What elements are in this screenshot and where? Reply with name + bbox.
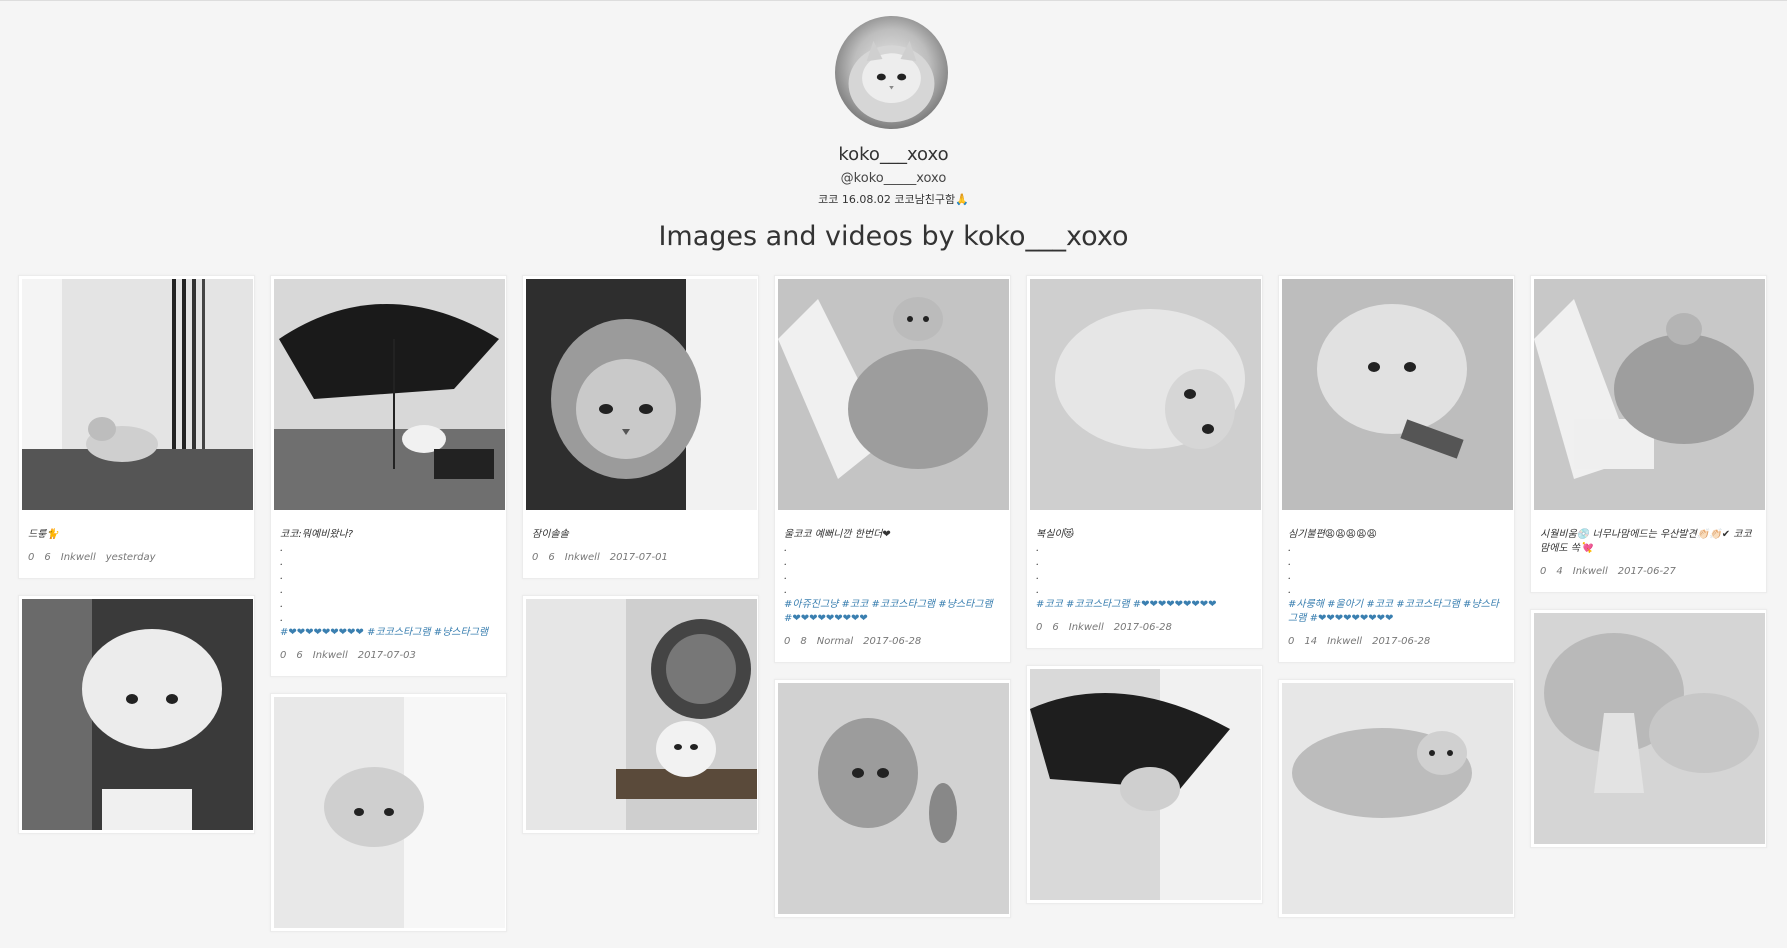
gallery-column-3: 잠이솔솔 0 6 Inkwell 2017-07-01	[522, 275, 759, 850]
post-caption: 드릏🐈	[28, 529, 59, 540]
post-meta: 0 6 Inkwell 2017-07-03	[274, 640, 503, 673]
post-card[interactable]	[774, 679, 1011, 918]
post-date: 2017-07-01	[609, 552, 668, 563]
post-card[interactable]	[270, 693, 507, 932]
post-meta: 0 8 Normal 2017-06-28	[778, 626, 1007, 659]
post-card[interactable]	[1026, 665, 1263, 904]
post-card[interactable]: 코코:뭐예비왔나? . . . . . . #❤❤❤❤❤❤❤❤❤ #코코스타그램…	[270, 275, 507, 677]
comments-count: 14	[1304, 636, 1318, 647]
comments-count: 6	[548, 552, 555, 563]
likes-count: 0	[1540, 566, 1547, 577]
post-photo[interactable]	[1030, 279, 1261, 510]
post-meta: 0 6 Inkwell 2017-06-28	[1030, 612, 1259, 645]
gallery-heading: Images and videos by koko___xoxo	[658, 221, 1129, 252]
post-card[interactable]	[18, 595, 255, 834]
filter-name: Inkwell	[312, 650, 348, 661]
post-meta: 0 6 Inkwell 2017-07-01	[526, 542, 755, 575]
comments-count: 6	[44, 552, 51, 563]
profile-avatar[interactable]	[835, 16, 948, 129]
post-card[interactable]	[1530, 609, 1767, 848]
post-photo[interactable]	[22, 599, 253, 830]
post-photo[interactable]	[1282, 683, 1513, 914]
post-photo[interactable]	[778, 279, 1009, 510]
likes-count: 0	[1288, 636, 1295, 647]
post-photo[interactable]	[22, 279, 253, 510]
post-caption: 시월비움💿 너무나맘에드는 우산발견👏🏻👏🏻✔ 코코맘에도 쏙💘	[1540, 529, 1752, 554]
gallery-column-7: 시월비움💿 너무나맘에드는 우산발견👏🏻👏🏻✔ 코코맘에도 쏙💘 0 4 Inkwe…	[1530, 275, 1767, 864]
post-hashtags: #사룽해 #울아기 #코코 #코코스타그램 #냥스타그램 #❤❤❤❤❤❤❤❤❤	[1288, 599, 1500, 624]
gallery-column-4: 울코코 예뻐니깐 한번더❤ . . . . #아쥬진그냥 #코코 #코코스타그램…	[774, 275, 1011, 934]
likes-count: 0	[1036, 622, 1043, 633]
post-hashtags: #아쥬진그냥 #코코 #코코스타그램 #냥스타그램 #❤❤❤❤❤❤❤❤❤	[784, 599, 996, 624]
post-photo[interactable]	[526, 279, 757, 510]
post-photo[interactable]	[1534, 613, 1765, 844]
gallery-column-6: 심기불편😩😩😩😩😩 . . . . #사룽해 #울아기 #코코 #코코스타그램 …	[1278, 275, 1515, 934]
gallery-column-5: 복실이😻 . . . . #코코 #코코스타그램 #❤❤❤❤❤❤❤❤❤ 0 6 In…	[1026, 275, 1263, 920]
profile-bio: 코코 16.08.02 코코남친구함🙏	[818, 193, 969, 206]
post-date: 2017-06-28	[863, 636, 922, 647]
likes-count: 0	[28, 552, 35, 563]
post-hashtags: #❤❤❤❤❤❤❤❤❤ #코코스타그램 #냥스타그램	[280, 627, 489, 638]
post-card[interactable]	[522, 595, 759, 834]
cat-avatar-image	[848, 40, 935, 123]
post-meta: 0 4 Inkwell 2017-06-27	[1534, 556, 1763, 589]
profile-name: koko___xoxo	[838, 144, 949, 165]
post-card[interactable]: 심기불편😩😩😩😩😩 . . . . #사룽해 #울아기 #코코 #코코스타그램 …	[1278, 275, 1515, 663]
gallery-column-1: 드릏🐈 0 6 Inkwell yesterday	[18, 275, 255, 850]
post-card[interactable]	[1278, 679, 1515, 918]
filter-name: Inkwell	[564, 552, 600, 563]
post-caption: 심기불편😩😩😩😩😩 . . . . #사룽해 #울아기 #코코 #코코스타그램 …	[1288, 529, 1500, 624]
likes-count: 0	[784, 636, 791, 647]
likes-count: 0	[532, 552, 539, 563]
post-date: 2017-07-03	[357, 650, 416, 661]
profile-handle: @koko_____xoxo	[840, 171, 947, 186]
post-photo[interactable]	[1282, 279, 1513, 510]
post-caption: 울코코 예뻐니깐 한번더❤ . . . . #아쥬진그냥 #코코 #코코스타그램…	[784, 529, 996, 624]
post-caption: 코코:뭐예비왔나? . . . . . . #❤❤❤❤❤❤❤❤❤ #코코스타그램…	[280, 529, 489, 638]
gallery-column-2: 코코:뭐예비왔나? . . . . . . #❤❤❤❤❤❤❤❤❤ #코코스타그램…	[270, 275, 507, 948]
post-photo[interactable]	[274, 697, 505, 928]
post-meta: 0 14 Inkwell 2017-06-28	[1282, 626, 1511, 659]
post-photo[interactable]	[1534, 279, 1765, 510]
post-hashtags: #코코 #코코스타그램 #❤❤❤❤❤❤❤❤❤	[1036, 599, 1217, 610]
filter-name: Inkwell	[1572, 566, 1608, 577]
post-card[interactable]: 복실이😻 . . . . #코코 #코코스타그램 #❤❤❤❤❤❤❤❤❤ 0 6 In…	[1026, 275, 1263, 649]
comments-count: 6	[1052, 622, 1059, 633]
post-card[interactable]: 시월비움💿 너무나맘에드는 우산발견👏🏻👏🏻✔ 코코맘에도 쏙💘 0 4 Inkwe…	[1530, 275, 1767, 593]
comments-count: 4	[1556, 566, 1563, 577]
post-card[interactable]: 잠이솔솔 0 6 Inkwell 2017-07-01	[522, 275, 759, 579]
post-photo[interactable]	[274, 279, 505, 510]
post-date: 2017-06-28	[1372, 636, 1431, 647]
post-card[interactable]: 드릏🐈 0 6 Inkwell yesterday	[18, 275, 255, 579]
filter-name: Normal	[816, 636, 854, 647]
post-date: 2017-06-28	[1113, 622, 1172, 633]
post-meta: 0 6 Inkwell yesterday	[22, 542, 251, 575]
post-caption: 잠이솔솔	[532, 529, 569, 540]
filter-name: Inkwell	[1327, 636, 1363, 647]
comments-count: 8	[800, 636, 807, 647]
post-photo[interactable]	[778, 683, 1009, 914]
post-date: yesterday	[105, 552, 156, 563]
comments-count: 6	[296, 650, 303, 661]
likes-count: 0	[280, 650, 287, 661]
post-date: 2017-06-27	[1617, 566, 1676, 577]
post-card[interactable]: 울코코 예뻐니깐 한번더❤ . . . . #아쥬진그냥 #코코 #코코스타그램…	[774, 275, 1011, 663]
filter-name: Inkwell	[1068, 622, 1104, 633]
post-photo[interactable]	[526, 599, 757, 830]
post-caption: 복실이😻 . . . . #코코 #코코스타그램 #❤❤❤❤❤❤❤❤❤	[1036, 529, 1217, 610]
post-photo[interactable]	[1030, 669, 1261, 900]
filter-name: Inkwell	[60, 552, 96, 563]
